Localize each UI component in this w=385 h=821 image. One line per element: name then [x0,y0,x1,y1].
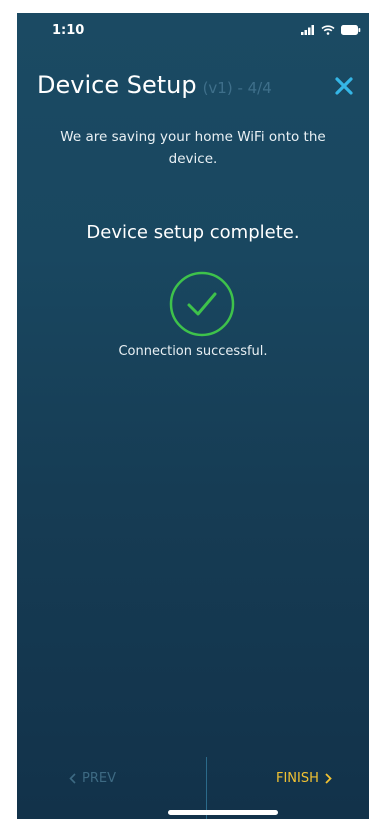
setup-description: We are saving your home WiFi onto the de… [60,129,326,167]
battery-icon [341,25,361,35]
close-icon [335,77,353,95]
success-indicator [168,270,236,338]
prev-label: PREV [82,771,116,786]
status-icons [301,25,361,35]
checkmark-icon [169,271,235,337]
finish-label: FINISH [276,771,319,786]
chevron-left-icon [69,773,76,784]
status-message: Connection successful. [118,344,268,359]
prev-button[interactable]: PREV [69,771,116,786]
header: Device Setup (v1) - 4/4 [17,71,369,111]
step-indicator: (v1) - 4/4 [202,79,272,97]
wifi-icon [321,25,335,35]
page-title-text: Device Setup [37,71,197,99]
status-title: Device setup complete. [86,222,300,243]
device-setup-screen: 1:10 Device Setup (v1) - 4/4 We are savi… [17,13,369,819]
page-title: Device Setup (v1) - 4/4 [37,71,272,99]
finish-button[interactable]: FINISH [276,771,332,786]
status-bar: 1:10 [17,13,369,53]
signal-icon [301,25,314,35]
home-indicator [168,810,278,815]
status-time: 1:10 [52,23,85,38]
chevron-right-icon [325,773,332,784]
close-button[interactable] [329,71,359,101]
